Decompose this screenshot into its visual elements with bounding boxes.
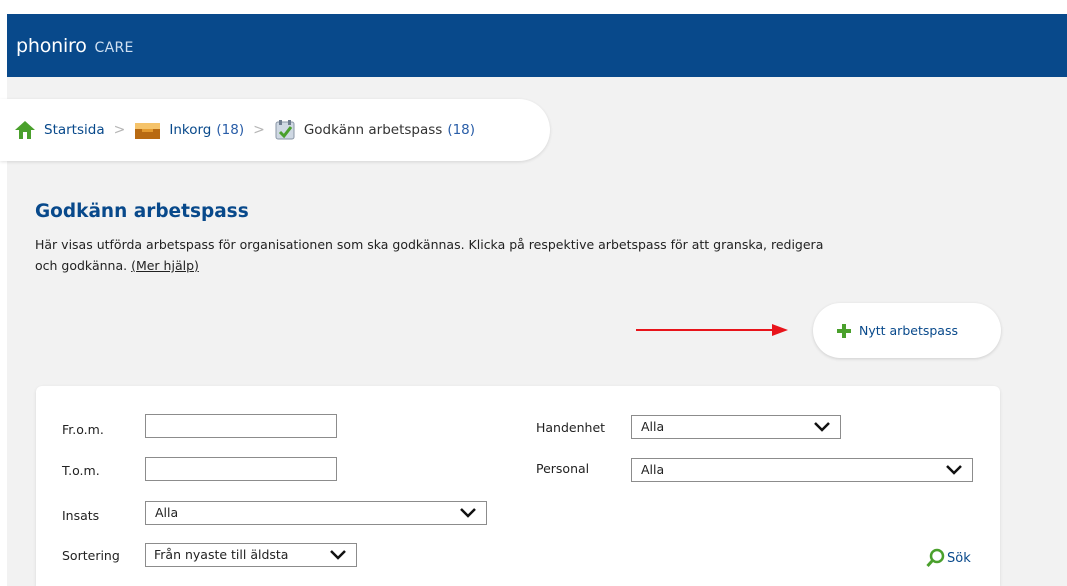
search-label: Sök	[947, 550, 971, 566]
red-arrow-annotation	[636, 324, 788, 336]
breadcrumb: Startsida > Inkorg (18) > Godkänn arbets…	[0, 99, 550, 161]
inbox-icon	[134, 120, 161, 140]
app-header: phoniro CARE	[7, 14, 1067, 77]
sort-label: Sortering	[62, 548, 120, 563]
help-link[interactable]: (Mer hjälp)	[131, 258, 199, 273]
chevron-down-icon	[460, 508, 476, 518]
search-icon	[926, 548, 946, 568]
page-description: Här visas utförda arbetspass för organis…	[35, 234, 835, 276]
search-button[interactable]: Sök	[926, 548, 971, 568]
top-strip	[0, 0, 1067, 14]
insats-label: Insats	[62, 508, 100, 523]
logo-sub: CARE	[94, 40, 134, 56]
logo-main: phoniro	[16, 35, 87, 57]
breadcrumb-item-inkorg[interactable]: Inkorg (18)	[134, 120, 244, 140]
from-date-input[interactable]	[145, 414, 337, 438]
sort-select[interactable]: Från nyaste till äldsta	[145, 543, 357, 567]
handenhet-select[interactable]: Alla	[631, 415, 841, 439]
home-icon	[14, 120, 36, 140]
approve-count: (18)	[447, 122, 476, 138]
personal-select[interactable]: Alla	[631, 458, 973, 482]
personal-label: Personal	[536, 461, 590, 476]
new-shift-button[interactable]: Nytt arbetspass	[813, 303, 1001, 358]
filter-panel: Fr.o.m. T.o.m. Insats Alla Sortering Frå…	[36, 386, 1000, 586]
page-title: Godkänn arbetspass	[35, 201, 249, 222]
chevron-down-icon	[330, 550, 346, 560]
breadcrumb-label: Startsida	[44, 122, 105, 138]
breadcrumb-label: Inkorg	[169, 122, 212, 138]
to-label: T.o.m.	[62, 463, 100, 478]
from-label: Fr.o.m.	[62, 422, 104, 437]
inbox-count: (18)	[216, 122, 245, 138]
breadcrumb-item-godkann-arbetspass[interactable]: Godkänn arbetspass (18)	[274, 119, 475, 141]
breadcrumb-separator: >	[253, 122, 265, 138]
personal-value: Alla	[641, 462, 665, 477]
approve-shift-icon	[274, 119, 296, 141]
app-logo[interactable]: phoniro CARE	[16, 35, 134, 57]
plus-icon	[837, 323, 851, 338]
breadcrumb-label: Godkänn arbetspass	[303, 122, 443, 138]
to-date-input[interactable]	[145, 457, 337, 481]
insats-value: Alla	[155, 505, 179, 520]
breadcrumb-separator: >	[113, 122, 126, 138]
handenhet-label: Handenhet	[536, 420, 606, 435]
sort-value: Från nyaste till äldsta	[154, 547, 289, 562]
handenhet-value: Alla	[641, 419, 665, 434]
chevron-down-icon	[814, 422, 830, 432]
new-shift-label: Nytt arbetspass	[859, 323, 958, 338]
chevron-down-icon	[946, 465, 962, 475]
breadcrumb-item-startsida[interactable]: Startsida	[14, 120, 105, 140]
insats-select[interactable]: Alla	[145, 501, 487, 525]
